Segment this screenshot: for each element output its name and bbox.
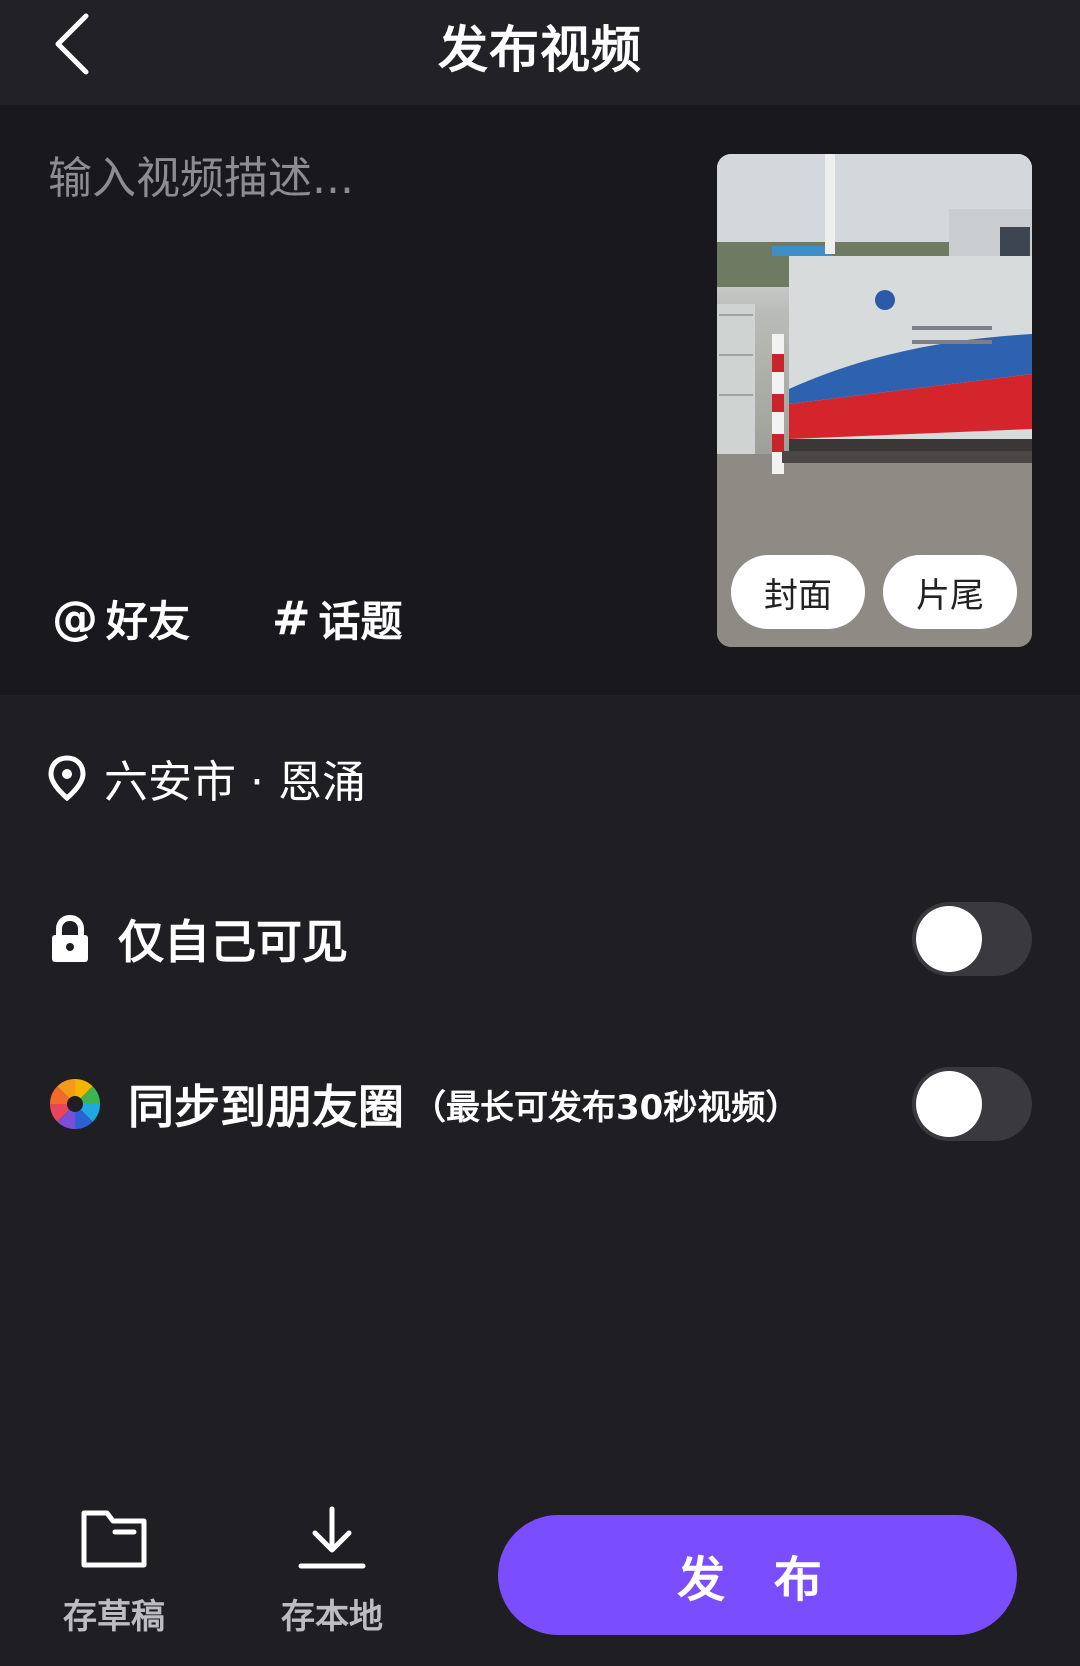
publish-button[interactable]: 发 布: [498, 1515, 1017, 1635]
toggle-knob: [916, 1071, 982, 1137]
private-visibility-row: 仅自己可见: [48, 900, 1032, 978]
topic-button[interactable]: # 话题: [272, 583, 403, 653]
topic-label: 话题: [318, 596, 403, 646]
ending-button[interactable]: 片尾: [883, 555, 1017, 629]
save-local-label: 存本地: [281, 1597, 383, 1637]
at-sign-icon: @: [52, 591, 98, 645]
moments-sync-row: 同步到朋友圈 （最长可发布30秒视频）: [48, 1065, 1032, 1143]
description-input[interactable]: [48, 150, 688, 510]
download-icon: [298, 1506, 366, 1569]
save-local-button[interactable]: 存本地: [262, 1505, 402, 1638]
private-visibility-label: 仅自己可见: [118, 915, 348, 969]
header-bar: 发布视频: [0, 0, 1080, 105]
location-row[interactable]: 六安市 · 恩涌: [48, 745, 366, 811]
private-visibility-toggle[interactable]: [912, 902, 1032, 976]
cover-button[interactable]: 封面: [731, 555, 865, 629]
moments-sync-note: （最长可发布30秒视频）: [412, 1087, 800, 1128]
map-pin-icon: [48, 755, 86, 801]
hashtag-icon: #: [272, 591, 311, 645]
page-title: 发布视频: [438, 21, 642, 79]
toggle-knob: [916, 906, 982, 972]
lock-icon: [52, 914, 88, 962]
location-text: 六安市 · 恩涌: [104, 757, 366, 808]
save-draft-button[interactable]: 存草稿: [44, 1505, 184, 1638]
moments-sync-toggle[interactable]: [912, 1067, 1032, 1141]
mention-friend-button[interactable]: @ 好友: [52, 583, 190, 653]
compose-panel: @ 好友 # 话题: [0, 105, 1080, 695]
moments-aperture-icon: [49, 1079, 101, 1129]
video-thumbnail[interactable]: 封面 片尾: [717, 154, 1032, 647]
moments-sync-label: 同步到朋友圈: [128, 1080, 404, 1134]
mention-friend-label: 好友: [106, 596, 191, 646]
save-draft-label: 存草稿: [63, 1597, 165, 1637]
folder-icon: [81, 1510, 147, 1568]
